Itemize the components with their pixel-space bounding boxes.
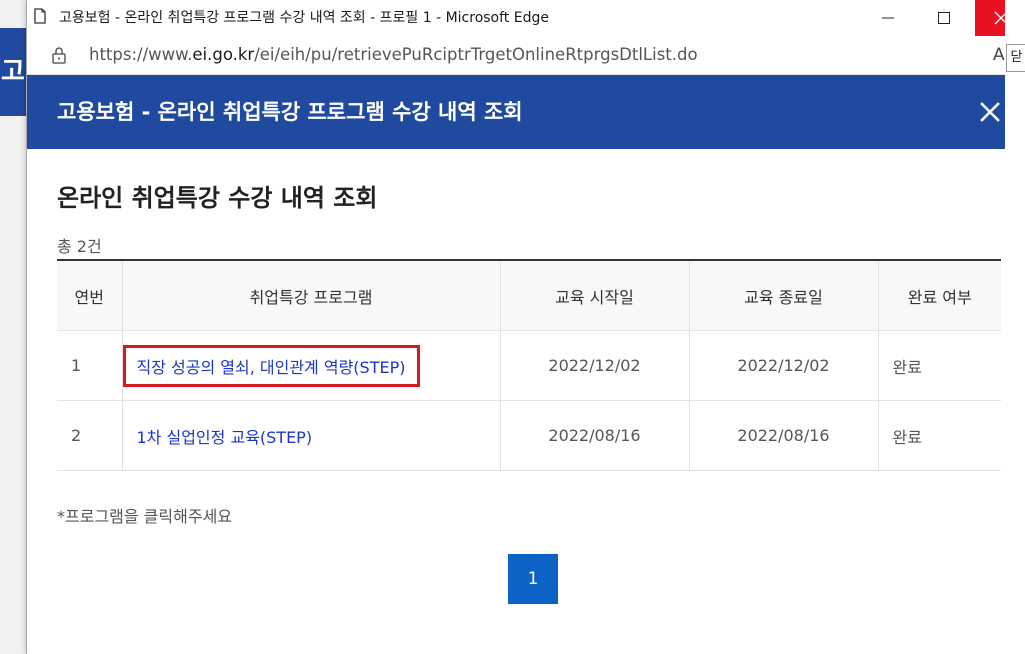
minimize-icon	[882, 17, 894, 19]
end-date: 2022/08/16	[688, 400, 878, 471]
minimize-button[interactable]	[865, 0, 911, 36]
completion-status: 완료	[877, 400, 1001, 471]
header-program: 취업특강 프로그램	[121, 259, 500, 331]
program-cell: 직장 성공의 열쇠, 대인관계 역량(STEP)	[121, 330, 500, 401]
pagination-page-button[interactable]: 1	[508, 554, 558, 604]
background-tooltip: 닫	[1006, 44, 1025, 72]
start-date: 2022/12/02	[499, 330, 689, 401]
url-text[interactable]: https://www.ei.go.kr/ei/eih/pu/retrieveP…	[89, 36, 698, 74]
title-bar[interactable]: 고용보험 - 온라인 취업특강 프로그램 수강 내역 조회 - 프로필 1 - …	[27, 0, 1025, 36]
popup-close-icon[interactable]	[979, 101, 1001, 123]
popup-title: 고용보험 - 온라인 취업특강 프로그램 수강 내역 조회	[57, 100, 523, 124]
click-notice: *프로그램을 클릭해주세요	[57, 507, 233, 526]
url-prefix: https://www.	[89, 45, 193, 64]
background-page-header: 고	[0, 28, 26, 116]
header-number: 연번	[57, 259, 122, 331]
result-table: 연번 취업특강 프로그램 교육 시작일 교육 종료일 완료 여부 1 직장 성공…	[57, 259, 1001, 471]
page-icon	[34, 8, 46, 24]
lock-icon[interactable]	[51, 46, 67, 64]
browser-popup-window: 고용보험 - 온라인 취업특강 프로그램 수강 내역 조회 - 프로필 1 - …	[26, 0, 1025, 654]
header-end-date: 교육 종료일	[688, 259, 878, 331]
total-count: 총 2건	[57, 237, 102, 256]
window-title: 고용보험 - 온라인 취업특강 프로그램 수강 내역 조회 - 프로필 1 - …	[59, 10, 549, 26]
completion-status: 완료	[877, 330, 1001, 401]
maximize-button[interactable]	[921, 0, 967, 36]
start-date: 2022/08/16	[499, 400, 689, 471]
row-number: 1	[57, 330, 122, 401]
background-page-edge	[1005, 0, 1025, 654]
section-title: 온라인 취업특강 수강 내역 조회	[57, 184, 378, 212]
url-domain: ei.go.kr	[192, 45, 255, 64]
table-row: 2 1차 실업인정 교육(STEP) 2022/08/16 2022/08/16…	[57, 400, 1001, 471]
row-number: 2	[57, 400, 122, 471]
popup-header: 고용보험 - 온라인 취업특강 프로그램 수강 내역 조회	[27, 75, 1006, 149]
url-path: /ei/eih/pu/retrievePuRciptrTrgetOnlineRt…	[254, 45, 698, 64]
end-date: 2022/12/02	[688, 330, 878, 401]
header-completion: 완료 여부	[877, 259, 1001, 331]
program-cell: 1차 실업인정 교육(STEP)	[121, 400, 500, 471]
table-row: 1 직장 성공의 열쇠, 대인관계 역량(STEP) 2022/12/02 20…	[57, 330, 1001, 401]
reader-mode-button[interactable]: A	[993, 36, 1005, 74]
table-header-row: 연번 취업특강 프로그램 교육 시작일 교육 종료일 완료 여부	[57, 259, 1001, 331]
program-link[interactable]: 직장 성공의 열쇠, 대인관계 역량(STEP)	[122, 344, 421, 387]
address-bar[interactable]: https://www.ei.go.kr/ei/eih/pu/retrieveP…	[27, 36, 1006, 75]
program-link[interactable]: 1차 실업인정 교육(STEP)	[137, 428, 313, 447]
background-partial-text: 고	[1, 57, 25, 87]
header-start-date: 교육 시작일	[499, 259, 689, 331]
maximize-icon	[938, 12, 950, 24]
